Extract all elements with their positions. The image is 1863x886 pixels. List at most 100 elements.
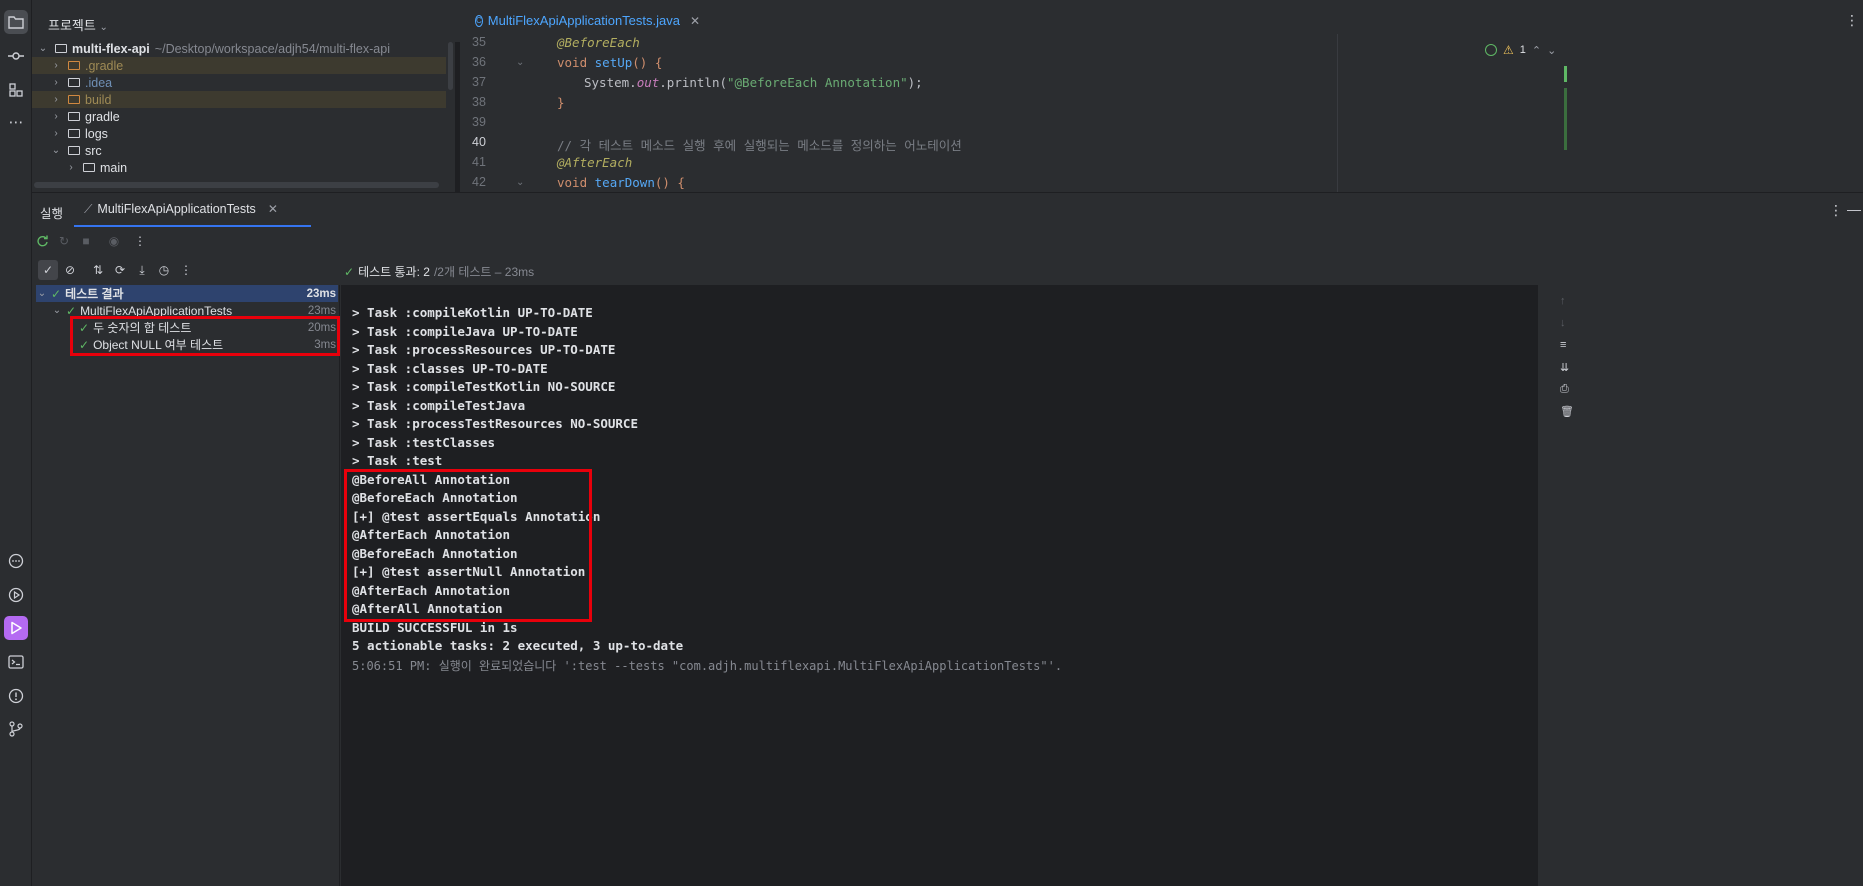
editor-options-icon[interactable]: ⋮	[1845, 12, 1859, 29]
more-icon[interactable]: ⋮	[130, 231, 150, 251]
tree-item-label: src	[85, 143, 102, 158]
chevron-right-icon: ›	[54, 128, 58, 139]
rerun-failed-icon[interactable]: ↻	[54, 231, 74, 251]
show-ignored-icon[interactable]: ⊘	[60, 260, 80, 280]
tab-run[interactable]: 실행	[40, 203, 63, 222]
trash-icon[interactable]: 🗑	[1560, 405, 1574, 418]
status-ok-icon	[1485, 44, 1497, 56]
soft-wrap-icon[interactable]: ≡	[1560, 339, 1566, 351]
chevron-down-icon: ⌄	[38, 43, 48, 54]
code-line: System.out.println("@BeforeEach Annotati…	[584, 75, 923, 90]
terminal-icon[interactable]	[4, 650, 28, 674]
history-icon[interactable]: ◷	[154, 260, 174, 280]
source-folder-icon	[83, 163, 95, 172]
test-config-icon: ⟋	[84, 201, 93, 216]
code-line: void setUp() {	[557, 55, 663, 70]
more-icon[interactable]: ⋯	[4, 110, 28, 134]
check-icon: ✓	[51, 286, 62, 301]
print-icon[interactable]: ⎙	[1560, 383, 1569, 396]
project-scrollbar-horizontal[interactable]	[34, 182, 439, 188]
tree-item-root[interactable]: ⌄ multi-flex-api ~/Desktop/workspace/adj…	[32, 40, 446, 57]
tree-item-label: build	[85, 92, 112, 107]
highlight-box	[344, 469, 592, 622]
console-line: > Task :test	[352, 453, 443, 468]
close-icon[interactable]: ✕	[690, 14, 700, 28]
tree-item-label: gradle	[85, 109, 120, 124]
tree-item-logs[interactable]: › logs	[32, 125, 446, 142]
scroll-down-icon[interactable]: ↓	[1560, 317, 1566, 329]
editor-gutter: 35 36 ⌄ 37 38 39 40 41 42 ⌄	[460, 34, 528, 192]
tree-item-gradle-dir[interactable]: › .gradle	[32, 57, 446, 74]
project-panel: 프로젝트 ⌄ ⌄ multi-flex-api ~/Desktop/worksp…	[32, 0, 455, 192]
project-panel-title[interactable]: 프로젝트 ⌄	[48, 15, 108, 34]
structure-icon[interactable]	[4, 78, 28, 102]
folder-icon	[68, 146, 80, 155]
stop-icon[interactable]: ■	[76, 231, 96, 251]
chevron-down-icon[interactable]: ⌄	[1547, 44, 1556, 57]
tree-item-gradle[interactable]: › gradle	[32, 108, 446, 125]
warning-count: 1	[1519, 44, 1526, 56]
code-line: @BeforeEach	[557, 35, 640, 50]
inspection-widget[interactable]: ⚠ 1 ⌃ ⌄	[1485, 40, 1563, 60]
chevron-right-icon: ›	[69, 162, 73, 173]
code-line: }	[557, 95, 565, 110]
tree-item-label: logs	[85, 126, 108, 141]
editor-tab-label: MultiFlexApiApplicationTests.java	[487, 13, 680, 28]
chevron-down-icon: ⌄	[52, 305, 62, 316]
tab-run-config[interactable]: ⟋ MultiFlexApiApplicationTests ✕	[74, 193, 311, 227]
chevron-right-icon: ›	[54, 94, 58, 105]
change-marker	[1564, 66, 1567, 82]
expand-all-icon[interactable]: ⤓	[132, 260, 152, 280]
run-icon[interactable]	[4, 616, 28, 640]
console-line: > Task :testClasses	[352, 434, 495, 450]
console-line: > Task :processResources UP-TO-DATE	[352, 342, 616, 357]
fold-icon[interactable]: ⌄	[516, 57, 524, 68]
line-number: 42	[472, 175, 486, 189]
project-scrollbar-vertical[interactable]	[448, 42, 453, 90]
code-comment: // 각 테스트 메소드 실행 후에 실행되는 메소드를 정의하는 어노테이션	[557, 138, 962, 153]
console-line: > Task :processTestResources NO-SOURCE	[352, 416, 638, 431]
more-options-icon[interactable]: ⋮	[1829, 202, 1843, 219]
test-tree-root[interactable]: ⌄ ✓ 테스트 결과 23ms	[36, 285, 338, 302]
chevron-up-icon[interactable]: ⌃	[1532, 44, 1541, 57]
eye-icon[interactable]: ◉	[104, 231, 124, 251]
more-icon[interactable]: ⋮	[176, 260, 196, 280]
fold-icon[interactable]: ⌄	[516, 177, 524, 188]
services-icon[interactable]	[4, 549, 28, 573]
console-line: > Task :compileJava UP-TO-DATE	[352, 323, 578, 339]
console-side-toolbar: ↑ ↓ ≡ ⇊ ⎙ 🗑	[1538, 285, 1863, 886]
tab-run-config-label: MultiFlexApiApplicationTests	[97, 202, 256, 216]
right-margin-guide	[1337, 34, 1338, 192]
commit-icon[interactable]	[4, 44, 28, 68]
tree-item-idea[interactable]: › .idea	[32, 74, 446, 91]
project-folder-icon[interactable]	[4, 10, 28, 34]
tree-item-build[interactable]: › build	[32, 91, 446, 108]
minimize-icon[interactable]: —	[1847, 201, 1861, 217]
line-number: 38	[472, 95, 486, 109]
chevron-right-icon: ›	[54, 111, 58, 122]
rerun-icon[interactable]	[32, 231, 52, 251]
sort-icon[interactable]: ⇅	[88, 260, 108, 280]
run-tab-bar: 실행 ⟋ MultiFlexApiApplicationTests ✕ ⋮ —	[32, 193, 1863, 227]
console-output[interactable]: > Task :compileKotlin UP-TO-DATE > Task …	[341, 285, 1538, 886]
tree-item-src[interactable]: ⌄ src	[32, 142, 446, 159]
run-configs-icon[interactable]	[4, 583, 28, 607]
code-editor[interactable]: @BeforeEach void setUp() { System.out.pr…	[528, 34, 1863, 192]
problems-icon[interactable]	[4, 684, 28, 708]
code-line: @AfterEach	[557, 155, 633, 170]
line-number: 36	[472, 55, 486, 69]
sort-duration-icon[interactable]: ⟳	[110, 260, 130, 280]
tree-item-main[interactable]: › main	[32, 159, 446, 176]
test-status-bar: ✓ 테스트 통과: 2 /2개 테스트 – 23ms	[344, 263, 534, 280]
scroll-to-end-icon[interactable]: ⇊	[1560, 361, 1569, 374]
scroll-up-icon[interactable]: ↑	[1560, 295, 1566, 307]
line-number: 40	[472, 135, 486, 149]
tree-item-label: .idea	[85, 75, 113, 90]
git-icon[interactable]	[4, 717, 28, 741]
show-passed-icon[interactable]: ✓	[38, 260, 58, 280]
line-number: 35	[472, 35, 486, 49]
folder-icon	[68, 78, 80, 87]
tests-passed-label: 테스트 통과: 2	[358, 265, 430, 279]
tree-item-label: .gradle	[85, 58, 124, 73]
close-icon[interactable]: ✕	[268, 202, 278, 216]
